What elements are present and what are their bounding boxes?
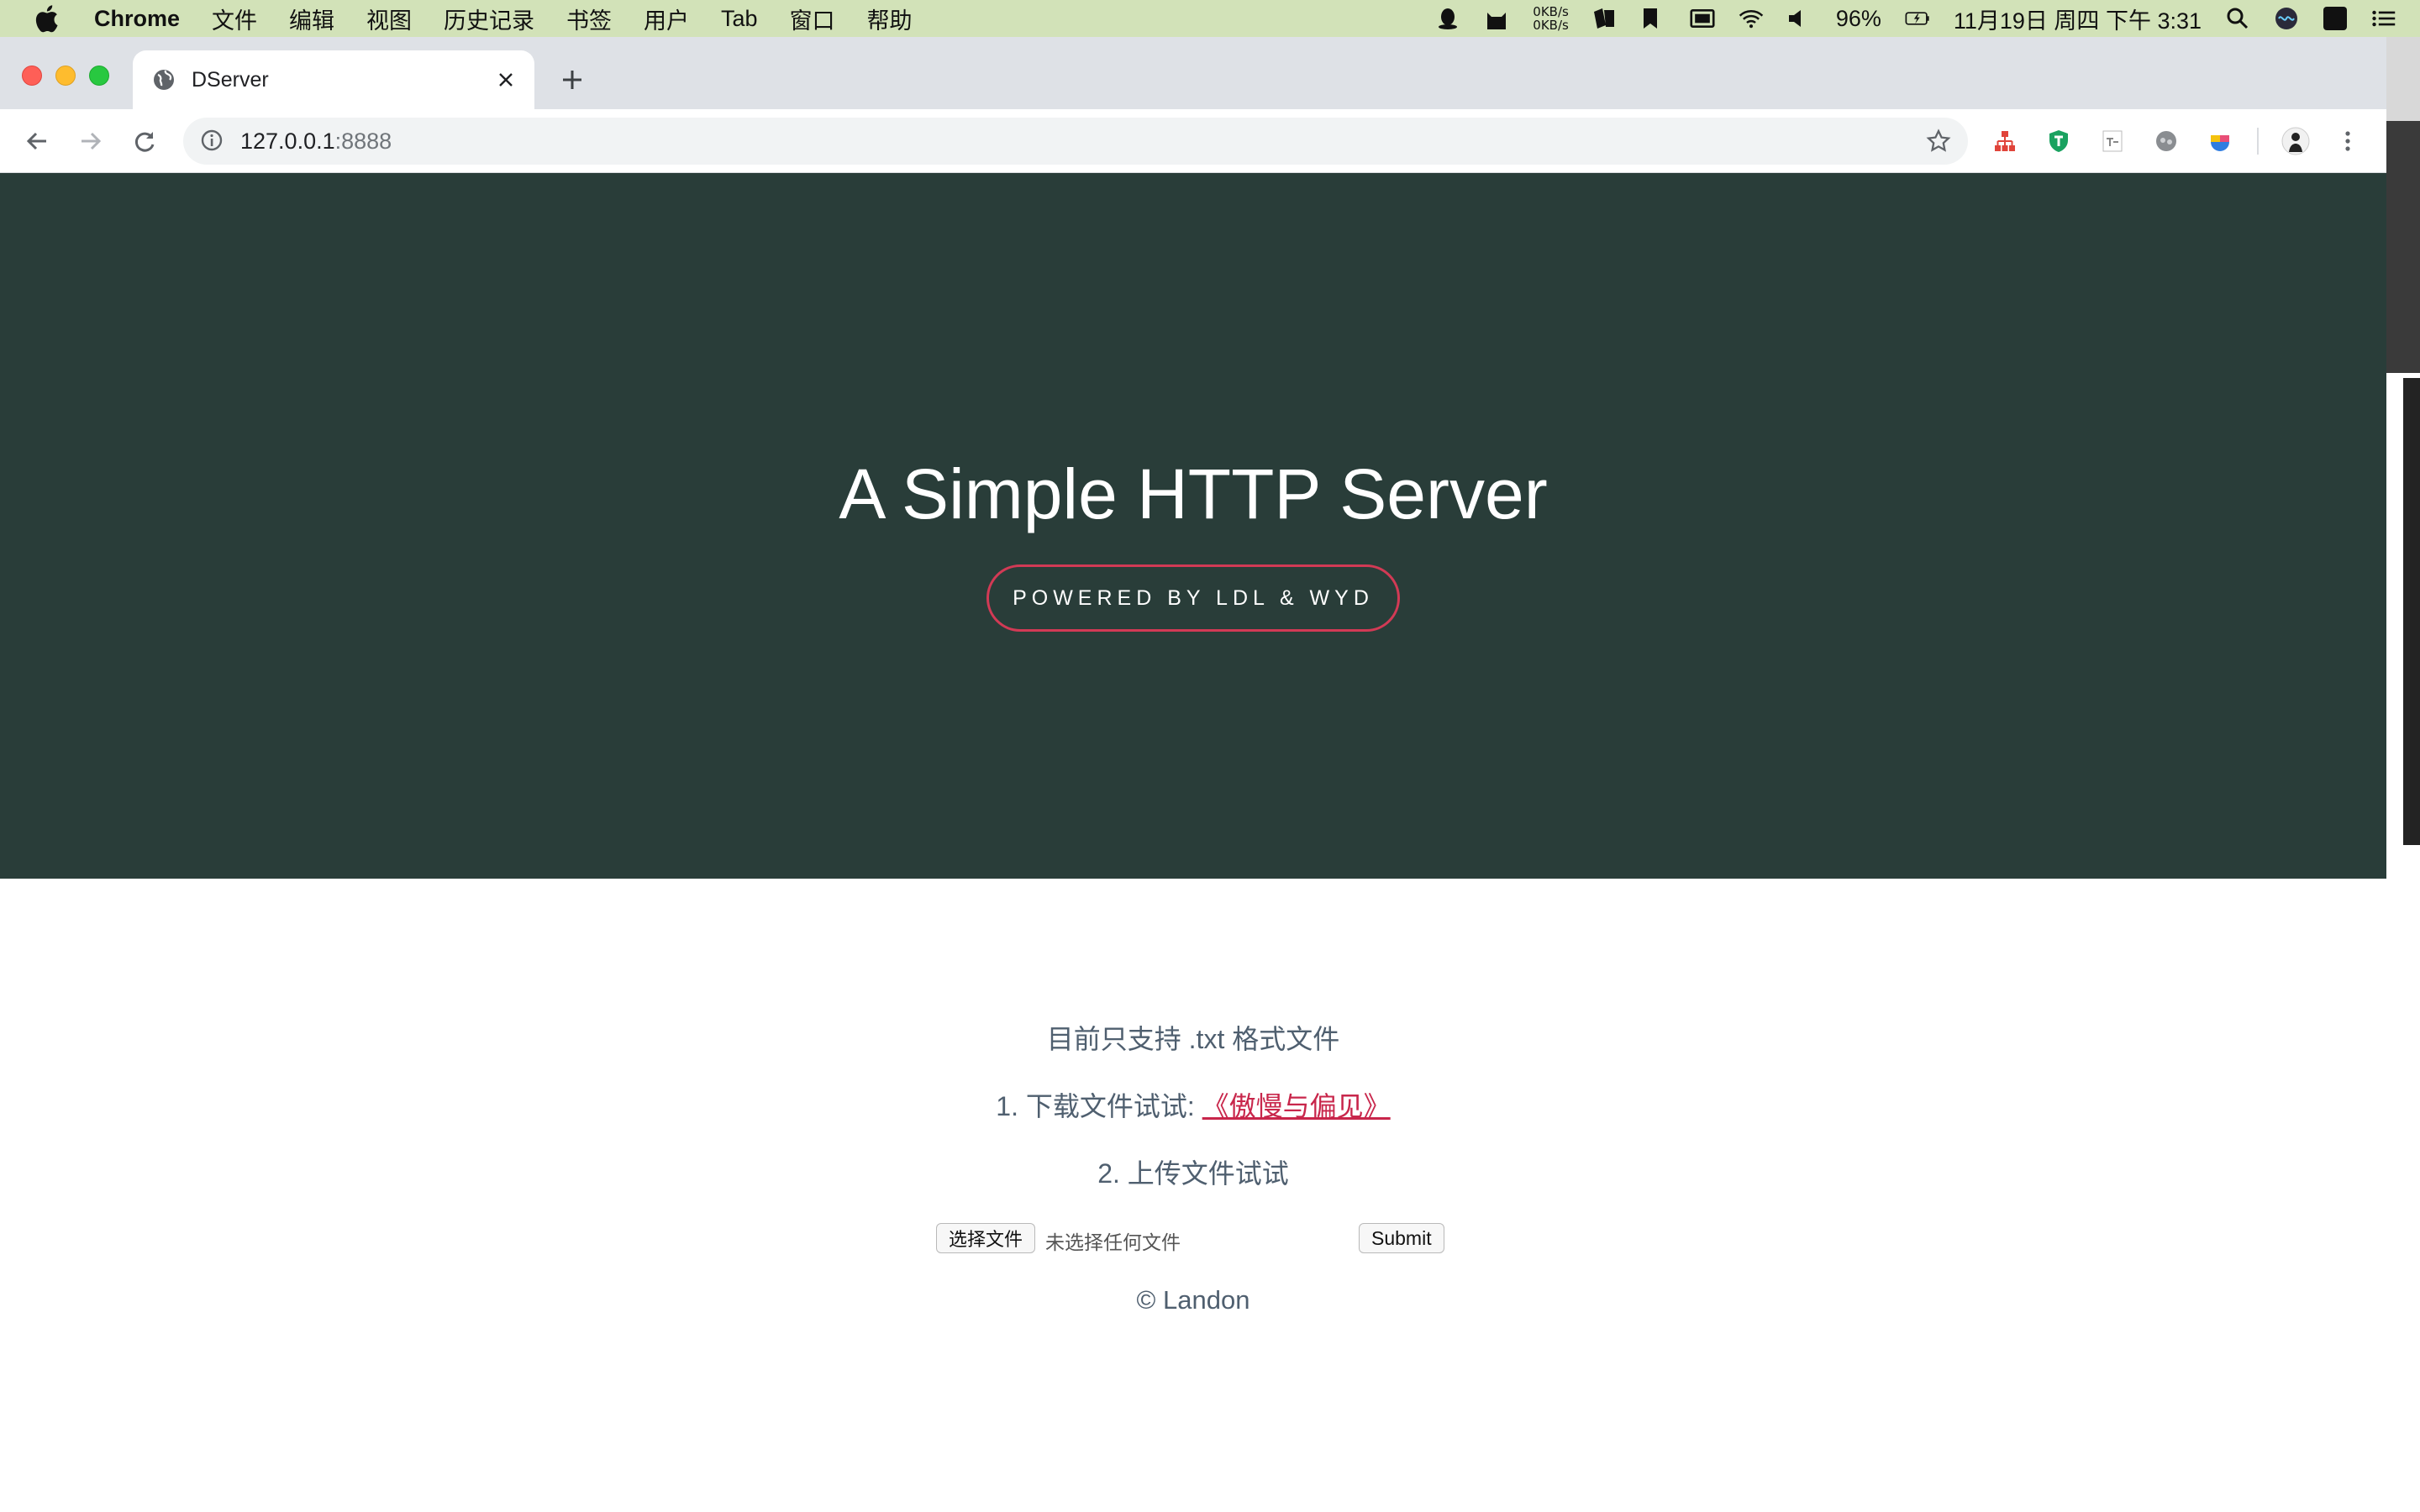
extension-tex-icon[interactable] — [2097, 126, 2128, 156]
spotlight-search-icon[interactable] — [2225, 7, 2250, 30]
background-window-dark-strip — [2386, 121, 2420, 373]
no-file-chosen-label: 未选择任何文件 — [1045, 1231, 1181, 1253]
download-step-label: 1. 下载文件试试: — [996, 1091, 1202, 1121]
window-minimize-button[interactable] — [55, 66, 76, 86]
menu-help[interactable]: 帮助 — [867, 3, 913, 35]
choose-file-button[interactable]: 选择文件 — [936, 1223, 1036, 1253]
page-viewport: A Simple HTTP Server POWERED BY LDL & WY… — [0, 173, 2386, 1512]
volume-icon[interactable] — [1787, 7, 1812, 30]
menu-window[interactable]: 窗口 — [790, 3, 835, 35]
bookmark-star-icon[interactable] — [1926, 129, 1951, 154]
qq-icon[interactable] — [1435, 7, 1460, 30]
upload-step: 2. 上传文件试试 — [1097, 1158, 1289, 1189]
profile-avatar[interactable] — [2281, 126, 2311, 156]
url-port: :8888 — [334, 128, 392, 154]
site-info-icon[interactable] — [200, 129, 225, 154]
chrome-window: DServer 127.0.0.1 :8888 A Simple HTTP Se… — [0, 37, 2386, 1512]
clock[interactable]: 11月19日 周四 下午 3:31 — [1954, 3, 2202, 35]
footer-copyright: © Landon — [1136, 1285, 1250, 1315]
powered-by-badge: POWERED BY LDL & WYD — [986, 564, 1400, 632]
apple-icon[interactable] — [32, 4, 60, 33]
bookmark-icon[interactable] — [1641, 7, 1666, 30]
address-bar[interactable]: 127.0.0.1 :8888 — [183, 118, 1968, 165]
download-link[interactable]: 《傲慢与偏见》 — [1202, 1091, 1391, 1121]
net-upload: 0KB/s — [1533, 4, 1569, 19]
tab-title: DServer — [192, 67, 269, 92]
background-window-edge — [2386, 37, 2420, 1512]
books-icon[interactable] — [1592, 7, 1618, 30]
net-download: 0KB/s — [1533, 18, 1569, 33]
menubar-status-area: 0KB/s 0KB/s 96% 11月19日 周四 下午 3:31 — [1435, 0, 2420, 37]
menu-tab[interactable]: Tab — [721, 6, 758, 32]
upload-form: 选择文件 未选择任何文件 Submit — [936, 1223, 1450, 1257]
new-tab-button[interactable] — [556, 64, 588, 96]
hero-banner: A Simple HTTP Server POWERED BY LDL & WY… — [0, 173, 2386, 879]
page-title: A Simple HTTP Server — [839, 454, 1548, 533]
back-button[interactable] — [20, 124, 54, 158]
format-notice: 目前只支持 .txt 格式文件 — [1046, 1024, 1340, 1054]
forward-button[interactable] — [74, 124, 108, 158]
extension-sitemap-icon[interactable] — [1990, 126, 2020, 156]
tab-strip: DServer — [0, 37, 2386, 109]
battery-charging-icon[interactable] — [1905, 7, 1930, 30]
toolbar-divider — [2257, 128, 2259, 155]
macos-menubar: Chrome 文件 编辑 视图 历史记录 书签 用户 Tab 窗口 帮助 0KB… — [0, 0, 2420, 37]
reload-button[interactable] — [128, 124, 161, 158]
notification-center-icon[interactable] — [2371, 7, 2396, 30]
extension-colorful-icon[interactable] — [2205, 126, 2235, 156]
chrome-menu-icon[interactable] — [2333, 126, 2363, 156]
menu-bookmarks[interactable]: 书签 — [566, 3, 612, 35]
extension-shield-icon[interactable] — [2044, 126, 2074, 156]
network-speed: 0KB/s 0KB/s — [1533, 5, 1569, 32]
siri-icon[interactable] — [2274, 7, 2299, 30]
background-window-sidebar — [2403, 378, 2420, 845]
globe-icon — [151, 67, 176, 92]
url-host: 127.0.0.1 — [240, 128, 335, 154]
browser-toolbar: 127.0.0.1 :8888 — [0, 109, 2386, 173]
input-method-icon[interactable] — [2323, 7, 2348, 30]
battery-percent: 96% — [1835, 5, 1881, 31]
download-step: 1. 下载文件试试: 《傲慢与偏见》 — [0, 1085, 2386, 1124]
tab-dserver[interactable]: DServer — [133, 50, 534, 109]
extension-chat-icon[interactable] — [2151, 126, 2181, 156]
submit-button[interactable]: Submit — [1359, 1223, 1444, 1253]
menu-edit[interactable]: 编辑 — [289, 3, 334, 35]
menu-people[interactable]: 用户 — [644, 3, 689, 35]
window-close-button[interactable] — [22, 66, 42, 86]
display-icon[interactable] — [1690, 7, 1715, 30]
menu-history[interactable]: 历史记录 — [444, 3, 534, 35]
background-window-strip — [2386, 37, 2420, 121]
wifi-icon[interactable] — [1739, 7, 1764, 30]
menu-file[interactable]: 文件 — [212, 3, 257, 35]
menu-view[interactable]: 视图 — [366, 3, 412, 35]
cat-icon[interactable] — [1484, 7, 1509, 30]
tab-close-icon[interactable] — [494, 68, 518, 92]
window-zoom-button[interactable] — [89, 66, 109, 86]
menu-app-name[interactable]: Chrome — [94, 6, 180, 32]
